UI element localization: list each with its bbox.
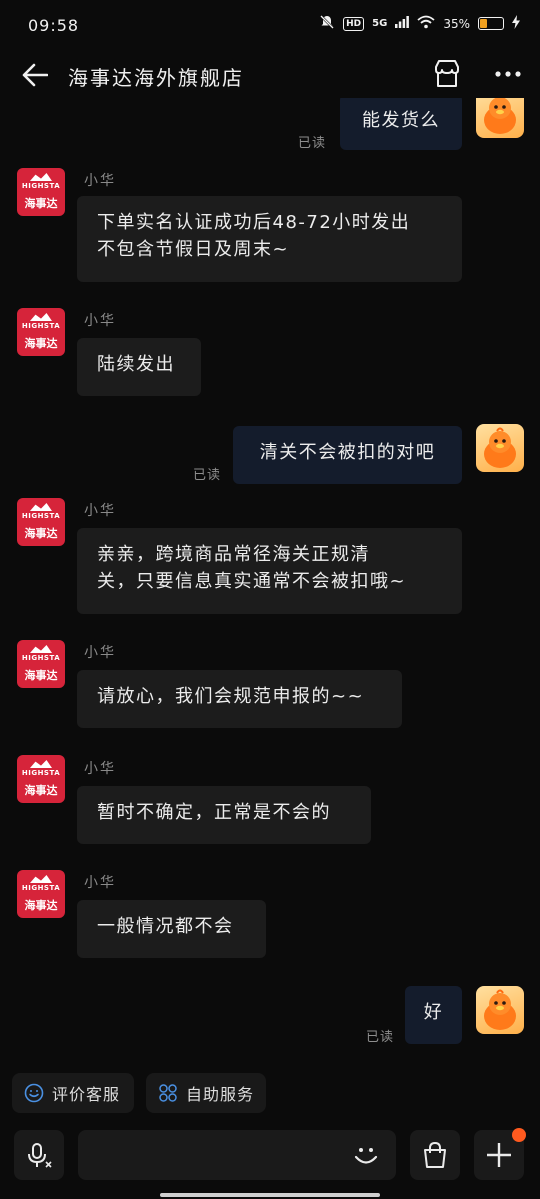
my-avatar[interactable]: [476, 986, 524, 1034]
rate-service-button[interactable]: 评价客服: [12, 1073, 134, 1113]
shop-avatar-brand-cn: 海事达: [24, 337, 58, 350]
shop-avatar[interactable]: HIGHSTA 海事达: [17, 755, 65, 803]
my-avatar[interactable]: [476, 424, 524, 472]
grid-service-icon: [159, 1084, 177, 1102]
message-text: 好: [423, 1002, 444, 1023]
shop-avatar[interactable]: HIGHSTA 海事达: [17, 640, 65, 688]
shop-avatar-brand-en: HIGHSTA: [21, 884, 61, 892]
charging-icon: [512, 15, 520, 32]
read-receipt: 已读: [366, 1030, 395, 1045]
store-icon: [435, 60, 459, 87]
shop-avatar[interactable]: HIGHSTA 海事达: [17, 498, 65, 546]
duck-avatar-icon: [484, 989, 516, 1030]
shop-avatar[interactable]: HIGHSTA 海事达: [17, 168, 65, 216]
outgoing-message[interactable]: 清关不会被扣的对吧: [233, 426, 462, 484]
shop-avatar[interactable]: HIGHSTA 海事达: [17, 870, 65, 918]
self-service-button[interactable]: 自助服务: [146, 1073, 266, 1113]
status-bar: 09:58 HD 5G 35%: [0, 0, 540, 52]
shop-avatar[interactable]: HIGHSTA 海事达: [17, 308, 65, 356]
incoming-message[interactable]: 陆续发出: [77, 338, 201, 396]
wifi-icon: [417, 15, 435, 32]
shopping-bag-icon: [424, 1141, 446, 1168]
shop-avatar-brand-cn: 海事达: [24, 669, 58, 682]
shop-avatar-brand-en: HIGHSTA: [21, 654, 61, 662]
voice-input-button[interactable]: [14, 1130, 64, 1180]
status-icons: HD 5G 35%: [319, 14, 520, 33]
back-button[interactable]: [18, 58, 52, 92]
back-arrow-icon: [22, 63, 48, 87]
message-line: 不包含节假日及周末~: [97, 239, 290, 260]
more-actions-button[interactable]: [474, 1128, 526, 1180]
home-indicator[interactable]: [160, 1193, 380, 1197]
duck-avatar-icon: [484, 427, 516, 468]
store-button[interactable]: [430, 57, 464, 91]
more-options-button[interactable]: [488, 57, 528, 91]
hd-badge: HD: [343, 16, 365, 31]
battery-percent: 35%: [443, 16, 470, 31]
shop-avatar-brand-cn: 海事达: [24, 197, 58, 210]
chat-header: 海事达海外旗舰店: [0, 52, 540, 98]
message-text: 请放心，我们会规范申报的~~: [97, 686, 365, 707]
self-service-label: 自助服务: [186, 1085, 255, 1104]
battery-icon: [478, 17, 504, 30]
incoming-message[interactable]: 下单实名认证成功后48-72小时发出 不包含节假日及周末~: [77, 196, 462, 282]
rate-service-label: 评价客服: [52, 1085, 121, 1104]
mute-bell-icon: [319, 14, 335, 33]
network-label: 5G: [372, 18, 388, 29]
shop-avatar-brand-en: HIGHSTA: [21, 512, 61, 520]
duck-avatar-icon: [484, 98, 516, 134]
smiley-service-icon: [24, 1083, 44, 1103]
read-receipt: 已读: [193, 468, 222, 483]
shop-avatar-brand-en: HIGHSTA: [21, 182, 61, 190]
message-line: 下单实名认证成功后48-72小时发出: [97, 212, 411, 233]
sender-name: 小华: [84, 875, 116, 891]
sender-name: 小华: [84, 645, 116, 661]
sender-name: 小华: [84, 503, 116, 519]
plus-icon: [487, 1143, 511, 1167]
message-text: 一般情况都不会: [97, 916, 234, 937]
message-text: 陆续发出: [97, 354, 175, 375]
sender-name: 小华: [84, 173, 116, 189]
shopping-bag-button[interactable]: [410, 1130, 460, 1180]
shop-avatar-brand-en: HIGHSTA: [21, 322, 61, 330]
sender-name: 小华: [84, 761, 116, 777]
message-text: 暂时不确定，正常是不会的: [97, 802, 331, 823]
page-title: 海事达海外旗舰店: [68, 66, 244, 90]
emoji-face-icon: [354, 1148, 378, 1164]
message-text: 清关不会被扣的对吧: [259, 442, 436, 463]
more-dots-icon: [495, 71, 521, 77]
message-line: 关，只要信息真实通常不会被扣哦~: [97, 571, 407, 592]
outgoing-message[interactable]: 好: [405, 986, 462, 1044]
signal-icon: [395, 16, 410, 31]
sender-name: 小华: [84, 313, 116, 329]
notification-dot: [512, 1128, 526, 1142]
message-line: 亲亲，跨境商品常径海关正规清: [97, 544, 370, 565]
status-time: 09:58: [28, 16, 80, 35]
shop-avatar-brand-en: HIGHSTA: [21, 769, 61, 777]
emoji-button[interactable]: [346, 1130, 386, 1180]
incoming-message[interactable]: 亲亲，跨境商品常径海关正规清 关，只要信息真实通常不会被扣哦~: [77, 528, 462, 614]
shop-avatar-brand-cn: 海事达: [24, 527, 58, 540]
input-bar: [0, 1122, 540, 1199]
outgoing-message[interactable]: 能发货么: [340, 98, 462, 150]
incoming-message[interactable]: 一般情况都不会: [77, 900, 266, 958]
my-avatar[interactable]: [476, 98, 524, 138]
incoming-message[interactable]: 请放心，我们会规范申报的~~: [77, 670, 402, 728]
incoming-message[interactable]: 暂时不确定，正常是不会的: [77, 786, 371, 844]
shop-avatar-brand-cn: 海事达: [24, 784, 58, 797]
message-text: 能发货么: [362, 110, 440, 131]
read-receipt: 已读: [298, 136, 327, 151]
microphone-icon: [28, 1143, 52, 1168]
message-list[interactable]: 能发货么 已读 HIGHSTA 海事达 小华 下单实名认证成功后48-72小时发…: [0, 98, 540, 1060]
shop-avatar-brand-cn: 海事达: [24, 899, 58, 912]
